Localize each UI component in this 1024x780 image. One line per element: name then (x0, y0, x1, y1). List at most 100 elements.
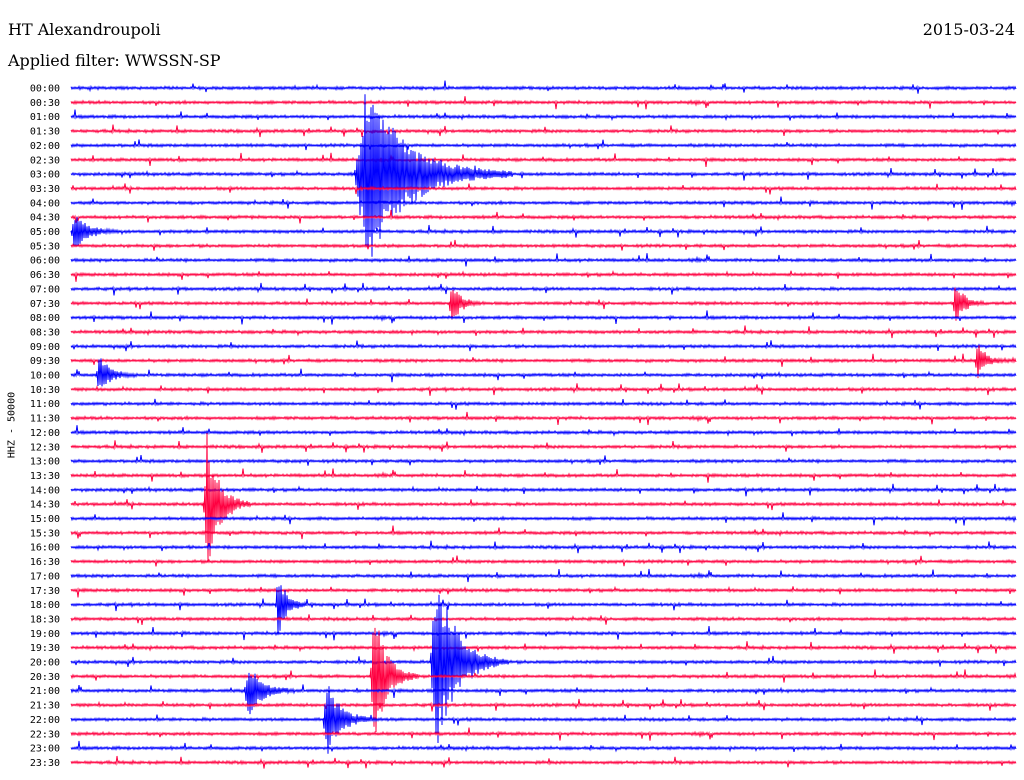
row-label: 05:30 (30, 241, 60, 252)
row-label: 15:30 (30, 528, 60, 539)
row-label: 13:30 (30, 471, 60, 482)
helicorder-plot: 00:00 00:30 01:00 01:30 02:00 02:30 03:00 03:30… (30, 80, 1017, 769)
row-label: 12:00 (30, 428, 60, 439)
row-label: 19:00 (30, 629, 60, 640)
trace-2130 (70, 698, 1017, 712)
trace-1230 (70, 440, 1017, 453)
row-label: 03:30 (30, 184, 60, 195)
trace-1800 (70, 585, 1017, 634)
row-label: 00:30 (30, 98, 60, 109)
row-label: 10:30 (30, 385, 60, 396)
row-label: 16:00 (30, 543, 60, 554)
trace-1930 (70, 641, 1017, 654)
row-label: 07:30 (30, 299, 60, 310)
event-mark (96, 374, 98, 376)
row-label: 18:00 (30, 600, 60, 611)
trace-2230 (70, 727, 1017, 741)
row-label: 03:00 (30, 170, 60, 181)
trace-0730 (70, 287, 1017, 321)
event-mark (323, 718, 325, 721)
trace-0900 (70, 340, 1017, 352)
trace-0930 (70, 345, 1017, 379)
trace-1300 (70, 455, 1017, 466)
row-label: 11:30 (30, 414, 60, 425)
trace-2300 (70, 740, 1017, 753)
event-mark (449, 302, 450, 305)
row-label: 00:00 (30, 84, 60, 95)
row-labels: 00:00 00:30 01:00 01:30 02:00 02:30 03:00 03:30… (30, 84, 60, 769)
row-label: 23:30 (30, 758, 60, 769)
trace-1030 (70, 383, 1017, 396)
event-mark (370, 675, 372, 678)
row-label: 01:00 (30, 112, 60, 123)
event-mark (275, 603, 277, 606)
row-label: 08:30 (30, 327, 60, 338)
event-mark (244, 689, 246, 692)
trace-0330 (70, 183, 1017, 195)
row-label: 11:00 (30, 399, 60, 410)
row-label: 14:30 (30, 500, 60, 511)
row-label: 10:00 (30, 371, 60, 382)
event-mark (975, 359, 977, 362)
trace-2100 (70, 672, 1017, 715)
row-label: 08:00 (30, 313, 60, 324)
row-label: 16:30 (30, 557, 60, 568)
event-mark (203, 503, 205, 506)
trace-0400 (70, 196, 1017, 210)
row-label: 06:30 (30, 270, 60, 281)
row-label: 17:30 (30, 586, 60, 597)
trace-2030 (70, 627, 1017, 733)
row-label: 19:30 (30, 643, 60, 654)
trace-1000 (70, 358, 1017, 387)
trace-0630 (70, 270, 1017, 282)
event-mark (430, 661, 432, 663)
trace-0830 (70, 325, 1017, 339)
event-mark (71, 230, 72, 233)
row-label: 02:30 (30, 155, 60, 166)
trace-0500 (70, 217, 1017, 247)
trace-0430 (70, 209, 1017, 224)
row-label: 22:00 (30, 715, 60, 726)
trace-0700 (70, 282, 1017, 296)
row-label: 01:30 (30, 127, 60, 138)
trace-0000 (70, 80, 1017, 94)
row-label: 22:30 (30, 729, 60, 740)
row-label: 06:00 (30, 256, 60, 267)
trace-2200 (70, 686, 1017, 754)
trace-0800 (70, 310, 1017, 325)
row-label: 20:30 (30, 672, 60, 683)
trace-0100 (70, 109, 1017, 122)
trace-1730 (70, 585, 1017, 598)
trace-2330 (70, 755, 1017, 769)
row-label: 13:00 (30, 457, 60, 468)
trace-1630 (70, 555, 1017, 567)
trace-1600 (70, 540, 1017, 554)
row-label: 04:30 (30, 213, 60, 224)
event-mark (953, 302, 954, 305)
row-label: 21:00 (30, 686, 60, 697)
row-label: 09:00 (30, 342, 60, 353)
row-label: 05:00 (30, 227, 60, 238)
trace-1830 (70, 614, 1017, 625)
trace-1700 (70, 568, 1017, 583)
row-label: 23:00 (30, 744, 60, 755)
row-label: 07:00 (30, 284, 60, 295)
row-label: 14:00 (30, 485, 60, 496)
row-label: 12:30 (30, 442, 60, 453)
trace-0530 (70, 239, 1017, 251)
trace-0200 (70, 139, 1017, 151)
row-label: 18:30 (30, 614, 60, 625)
event-mark (354, 173, 358, 176)
row-label: 09:30 (30, 356, 60, 367)
trace-0230 (70, 152, 1017, 168)
row-label: 20:00 (30, 658, 60, 669)
trace-0030 (70, 96, 1017, 110)
row-label: 17:00 (30, 571, 60, 582)
trace-0130 (70, 124, 1017, 138)
row-label: 04:00 (30, 198, 60, 209)
row-label: 21:30 (30, 701, 60, 712)
trace-1530 (70, 525, 1017, 540)
row-label: 02:00 (30, 141, 60, 152)
trace-0600 (70, 253, 1017, 267)
trace-1130 (70, 411, 1017, 426)
